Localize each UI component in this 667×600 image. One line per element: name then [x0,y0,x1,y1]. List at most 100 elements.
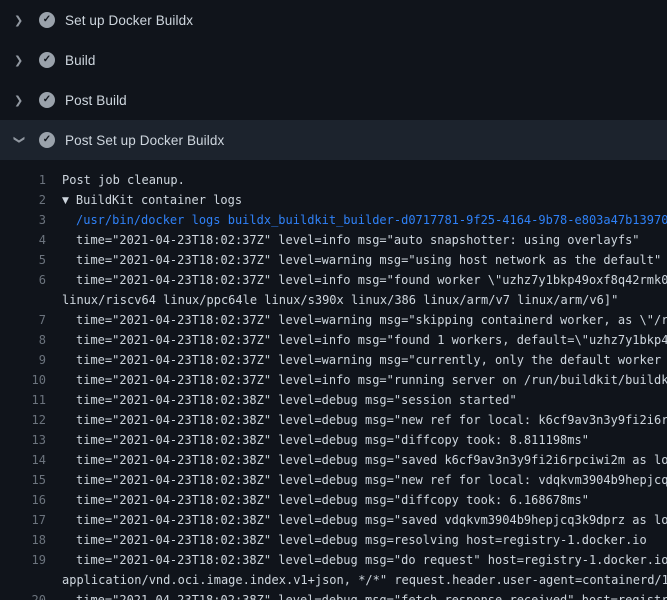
actions-log-viewer: ❯ ✓ Set up Docker Buildx ❯ ✓ Build ❯ ✓ P… [0,0,667,600]
log-line: 14 time="2021-04-23T18:02:38Z" level=deb… [0,450,667,470]
log-text-content: time="2021-04-23T18:02:38Z" level=debug … [76,433,589,447]
line-number[interactable]: 7 [0,310,46,330]
log-line: 20 time="2021-04-23T18:02:38Z" level=deb… [0,590,667,600]
log-text: time="2021-04-23T18:02:38Z" level=debug … [62,390,517,410]
log-line: 5 time="2021-04-23T18:02:37Z" level=warn… [0,250,667,270]
log-text-content: time="2021-04-23T18:02:38Z" level=debug … [76,413,667,427]
log-line: 3 /usr/bin/docker logs buildx_buildkit_b… [0,210,667,230]
log-text: time="2021-04-23T18:02:37Z" level=warnin… [62,310,667,330]
line-number[interactable] [0,570,46,590]
log-text-content: linux/riscv64 linux/ppc64le linux/s390x … [62,293,618,307]
log-line: 1 Post job cleanup. [0,170,667,190]
log-text: time="2021-04-23T18:02:38Z" level=debug … [62,510,667,530]
log-line: 12 time="2021-04-23T18:02:38Z" level=deb… [0,410,667,430]
step-title: Post Set up Docker Buildx [65,133,224,148]
check-circle-icon: ✓ [39,12,55,28]
chevron-icon: ❯ [14,55,26,66]
log-text-content: time="2021-04-23T18:02:37Z" level=info m… [76,333,667,347]
log-line: 9 time="2021-04-23T18:02:37Z" level=warn… [0,350,667,370]
line-number[interactable]: 6 [0,270,46,290]
log-text: application/vnd.oci.image.index.v1+json,… [62,570,667,590]
log-text-content: time="2021-04-23T18:02:38Z" level=debug … [76,473,667,487]
log-text-content: time="2021-04-23T18:02:37Z" level=warnin… [76,353,667,367]
log-text: time="2021-04-23T18:02:38Z" level=debug … [62,590,667,600]
log-text: time="2021-04-23T18:02:38Z" level=debug … [62,550,667,570]
log-text: time="2021-04-23T18:02:37Z" level=warnin… [62,350,667,370]
step-title: Set up Docker Buildx [65,13,193,28]
step-header[interactable]: ❯ ✓ Post Build [0,80,667,120]
log-line: 17 time="2021-04-23T18:02:38Z" level=deb… [0,510,667,530]
line-number[interactable]: 17 [0,510,46,530]
log-text: time="2021-04-23T18:02:38Z" level=debug … [62,470,667,490]
log-line: 6 time="2021-04-23T18:02:37Z" level=info… [0,270,667,290]
step-header[interactable]: ❯ ✓ Build [0,40,667,80]
log-text: /usr/bin/docker logs buildx_buildkit_bui… [62,210,667,230]
chevron-icon: ❯ [14,15,26,26]
log-text-content: time="2021-04-23T18:02:37Z" level=info m… [76,273,667,287]
log-text: Post job cleanup. [62,170,185,190]
log-text: time="2021-04-23T18:02:38Z" level=debug … [62,530,647,550]
log-line: 10 time="2021-04-23T18:02:37Z" level=inf… [0,370,667,390]
log-line: linux/riscv64 linux/ppc64le linux/s390x … [0,290,667,310]
line-number[interactable]: 14 [0,450,46,470]
line-number[interactable] [0,290,46,310]
log-text: time="2021-04-23T18:02:37Z" level=info m… [62,370,667,390]
log-text-content: time="2021-04-23T18:02:37Z" level=warnin… [76,313,667,327]
line-number[interactable]: 8 [0,330,46,350]
line-number[interactable]: 13 [0,430,46,450]
step-header[interactable]: ❯ ✓ Post Set up Docker Buildx [0,120,667,160]
log-text-content: time="2021-04-23T18:02:38Z" level=debug … [76,513,667,527]
log-text-content: time="2021-04-23T18:02:38Z" level=debug … [76,453,667,467]
check-circle-icon: ✓ [39,92,55,108]
line-number[interactable]: 2 [0,190,46,210]
line-number[interactable]: 11 [0,390,46,410]
log-text: time="2021-04-23T18:02:38Z" level=debug … [62,410,667,430]
log-pane[interactable]: 1 Post job cleanup. 2 ▼ BuildKit containe… [0,160,667,600]
log-line: 13 time="2021-04-23T18:02:38Z" level=deb… [0,430,667,450]
log-text-content: /usr/bin/docker logs buildx_buildkit_bui… [76,213,667,227]
log-text: time="2021-04-23T18:02:37Z" level=info m… [62,330,667,350]
log-text: time="2021-04-23T18:02:38Z" level=debug … [62,450,667,470]
line-number[interactable]: 3 [0,210,46,230]
check-circle-icon: ✓ [39,132,55,148]
line-number[interactable]: 5 [0,250,46,270]
log-text-content: Post job cleanup. [62,173,185,187]
log-text-content: BuildKit container logs [76,193,242,207]
log-text: linux/riscv64 linux/ppc64le linux/s390x … [62,290,618,310]
line-number[interactable]: 20 [0,590,46,600]
log-text: time="2021-04-23T18:02:37Z" level=info m… [62,270,667,290]
log-text: time="2021-04-23T18:02:38Z" level=debug … [62,490,589,510]
group-expander-icon[interactable]: ▼ [62,191,69,210]
log-line: 19 time="2021-04-23T18:02:38Z" level=deb… [0,550,667,570]
step-header[interactable]: ❯ ✓ Set up Docker Buildx [0,0,667,40]
chevron-icon: ❯ [14,135,25,147]
log-text-content: time="2021-04-23T18:02:38Z" level=debug … [76,593,667,600]
log-text-content: time="2021-04-23T18:02:38Z" level=debug … [76,393,517,407]
line-number[interactable]: 10 [0,370,46,390]
line-number[interactable]: 16 [0,490,46,510]
log-line: 11 time="2021-04-23T18:02:38Z" level=deb… [0,390,667,410]
line-number[interactable]: 18 [0,530,46,550]
log-text-content: time="2021-04-23T18:02:38Z" level=debug … [76,553,667,567]
line-number[interactable]: 12 [0,410,46,430]
log-text-content: time="2021-04-23T18:02:38Z" level=debug … [76,493,589,507]
log-line: 16 time="2021-04-23T18:02:38Z" level=deb… [0,490,667,510]
line-number[interactable]: 9 [0,350,46,370]
step-title: Build [65,53,96,68]
step-title: Post Build [65,93,127,108]
log-line: 8 time="2021-04-23T18:02:37Z" level=info… [0,330,667,350]
check-circle-icon: ✓ [39,52,55,68]
log-text: time="2021-04-23T18:02:37Z" level=info m… [62,230,640,250]
line-number[interactable]: 1 [0,170,46,190]
log-text-content: time="2021-04-23T18:02:38Z" level=debug … [76,533,647,547]
log-text: time="2021-04-23T18:02:38Z" level=debug … [62,430,589,450]
log-text-content: time="2021-04-23T18:02:37Z" level=warnin… [76,253,661,267]
log-line: 2 ▼ BuildKit container logs [0,190,667,210]
line-number[interactable]: 19 [0,550,46,570]
line-number[interactable]: 15 [0,470,46,490]
log-line: 4 time="2021-04-23T18:02:37Z" level=info… [0,230,667,250]
log-text-content: time="2021-04-23T18:02:37Z" level=info m… [76,373,667,387]
log-text: ▼ BuildKit container logs [62,190,242,210]
line-number[interactable]: 4 [0,230,46,250]
log-line: application/vnd.oci.image.index.v1+json,… [0,570,667,590]
